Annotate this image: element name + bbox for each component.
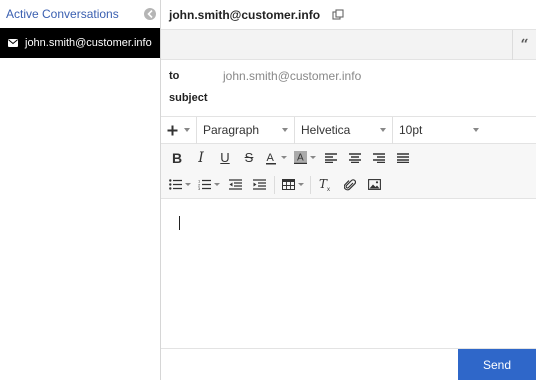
bullet-list-icon[interactable] xyxy=(165,173,185,197)
send-button[interactable]: Send xyxy=(458,349,536,380)
conversation-email: john.smith@customer.info xyxy=(25,37,152,49)
svg-text:A: A xyxy=(297,153,304,164)
editor-toolbar: Paragraph Helvetica 10pt B I U S A A 1 2… xyxy=(161,116,536,199)
envelope-icon xyxy=(8,39,18,47)
italic-icon[interactable]: I xyxy=(189,146,213,170)
bold-icon[interactable]: B xyxy=(165,146,189,170)
conversations-sidebar: Active Conversations john.smith@customer… xyxy=(0,0,161,380)
svg-text:3: 3 xyxy=(198,186,201,190)
toolbar-separator xyxy=(310,175,311,194)
svg-text:A: A xyxy=(267,152,275,164)
attachment-icon[interactable] xyxy=(338,173,362,197)
to-label: to xyxy=(169,70,180,82)
to-field[interactable]: to john.smith@customer.info xyxy=(161,65,536,87)
font-family-select[interactable]: Helvetica xyxy=(295,116,393,144)
chevron-down-icon[interactable] xyxy=(214,183,220,186)
chevron-down-icon xyxy=(473,128,479,132)
chevron-down-icon[interactable] xyxy=(185,183,191,186)
toolbar-row-1: Paragraph Helvetica 10pt xyxy=(161,116,536,144)
clear-format-icon[interactable]: Tx xyxy=(314,173,338,197)
header-email: john.smith@customer.info xyxy=(169,7,321,22)
chevron-down-icon xyxy=(282,128,288,132)
underline-icon[interactable]: U xyxy=(213,146,237,170)
subject-field[interactable]: subject xyxy=(161,87,536,109)
conversation-header: john.smith@customer.info xyxy=(161,0,536,30)
chevron-down-icon xyxy=(380,128,386,132)
align-right-icon[interactable] xyxy=(367,146,391,170)
copy-icon[interactable] xyxy=(332,8,344,21)
toolbar-separator xyxy=(274,175,275,194)
text-color-icon[interactable]: A xyxy=(261,146,281,170)
font-size-select[interactable]: 10pt xyxy=(393,117,485,144)
image-icon[interactable] xyxy=(362,173,386,197)
outdent-icon[interactable] xyxy=(223,173,247,197)
plus-icon xyxy=(167,125,178,136)
toolbar-row-3: 123 Tx xyxy=(161,171,536,198)
quote-icon[interactable]: “ xyxy=(512,29,536,60)
svg-text:x: x xyxy=(327,187,330,191)
quote-bar: “ xyxy=(161,29,536,60)
to-value[interactable]: john.smith@customer.info xyxy=(223,69,361,83)
highlight-icon[interactable]: A xyxy=(290,146,310,170)
compose-footer: Send xyxy=(161,348,536,380)
sidebar-title: Active Conversations xyxy=(6,7,119,21)
chevron-down-icon[interactable] xyxy=(310,156,316,159)
block-format-select[interactable]: Paragraph xyxy=(197,116,295,144)
toolbar-row-2: B I U S A A xyxy=(161,144,536,171)
table-icon[interactable] xyxy=(278,173,298,197)
chevron-down-icon[interactable] xyxy=(298,183,304,186)
message-editor[interactable] xyxy=(161,200,536,348)
justify-icon[interactable] xyxy=(391,146,415,170)
sidebar-header: Active Conversations xyxy=(0,0,160,28)
chevron-down-icon[interactable] xyxy=(281,156,287,159)
compose-fields: to john.smith@customer.info subject xyxy=(161,60,536,117)
font-family-value: Helvetica xyxy=(301,123,351,137)
strikethrough-icon[interactable]: S xyxy=(237,146,261,170)
indent-icon[interactable] xyxy=(247,173,271,197)
chevron-down-icon xyxy=(184,128,190,132)
conversation-item[interactable]: john.smith@customer.info xyxy=(0,28,160,58)
text-cursor xyxy=(179,216,180,230)
insert-menu[interactable] xyxy=(161,116,197,144)
compose-panel: john.smith@customer.info “ to john.smith… xyxy=(161,0,536,380)
block-format-value: Paragraph xyxy=(203,123,260,137)
collapse-sidebar-icon[interactable] xyxy=(144,8,156,20)
numbered-list-icon[interactable]: 123 xyxy=(194,173,214,197)
align-left-icon[interactable] xyxy=(319,146,343,170)
font-size-value: 10pt xyxy=(399,123,423,137)
subject-label: subject xyxy=(169,92,208,104)
align-center-icon[interactable] xyxy=(343,146,367,170)
